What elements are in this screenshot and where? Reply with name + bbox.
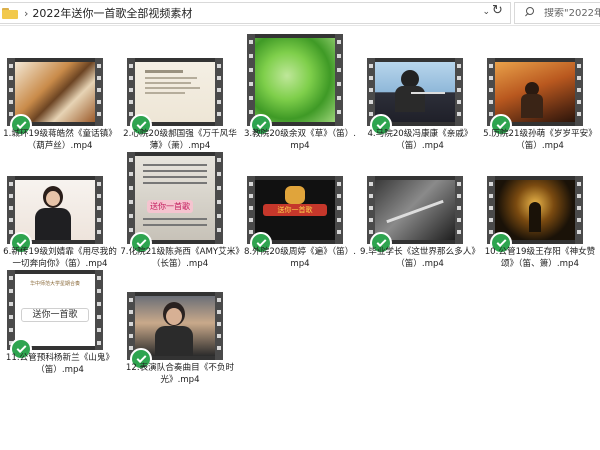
file-grid: 1.城环19级蒋皓然《童话镇》（葫芦丝）.mp4 2.心院20级郝国强《万千风华… <box>0 26 600 450</box>
file-name[interactable]: 2.心院20级郝国强《万千风华薄》（萧）.mp4 <box>120 128 240 152</box>
file-name[interactable]: 10.公管19级王存阳《神女赞颂》（笛、箫）.mp4 <box>480 246 600 270</box>
folder-icon <box>2 7 18 19</box>
video-thumbnail <box>367 58 463 136</box>
file-name[interactable]: 12.表演队合奏曲目《不负时光》.mp4 <box>120 362 240 386</box>
file-name[interactable]: 6.新传19级刘婧霏《用尽我的一切奔向你》（笛）.mp4 <box>0 246 120 270</box>
video-thumbnail <box>487 58 583 136</box>
video-thumbnail: 送你一首歌 <box>247 176 343 254</box>
video-thumbnail: 送你一首歌 <box>127 152 223 254</box>
file-name[interactable]: 7.化院21级陈尧西《AMY艾米》（长笛）.mp4 <box>120 246 240 270</box>
file-name[interactable]: 8.外院20级周婷《遍》（笛）.mp4 <box>240 246 360 270</box>
thumbnail-caption: 送你一首歌 <box>147 200 193 213</box>
search-icon <box>524 7 536 19</box>
file-name[interactable]: 3.教院20级余双《草》（笛）.mp4 <box>240 128 360 152</box>
chevron-down-icon[interactable]: ⌄ <box>482 7 490 17</box>
video-thumbnail <box>127 292 223 370</box>
video-thumbnail <box>487 176 583 254</box>
file-name[interactable]: 11.公管预科杨新兰《山鬼》（笛）.mp4 <box>0 352 120 376</box>
address-bar: › 2022年送你一首歌全部视频素材 ⌄ ↻ <box>0 0 600 26</box>
video-thumbnail <box>367 176 463 254</box>
file-name[interactable]: 4.马院20级冯康康《亲戚》（笛）.mp4 <box>360 128 480 152</box>
search-input[interactable] <box>544 7 600 19</box>
thumbnail-caption: 送你一首歌 <box>263 204 327 216</box>
breadcrumb-path[interactable]: 2022年送你一首歌全部视频素材 <box>32 5 192 21</box>
search-box[interactable] <box>514 2 600 24</box>
video-thumbnail: 华中师范大学星期合奏 送你一首歌 <box>7 270 103 360</box>
video-thumbnail <box>7 176 103 254</box>
video-thumbnail <box>127 58 223 136</box>
refresh-icon[interactable]: ↻ <box>492 3 503 18</box>
video-thumbnail <box>7 58 103 136</box>
file-explorer-window: › 2022年送你一首歌全部视频素材 ⌄ ↻ 1.城环19级蒋皓然《童话镇》（葫… <box>0 0 600 450</box>
file-name[interactable]: 9.毕业学长《这世界那么多人》（笛）.mp4 <box>360 246 480 270</box>
video-thumbnail <box>247 34 343 136</box>
file-name[interactable]: 5.历院21级孙萌《岁岁平安》（笛）.mp4 <box>480 128 600 152</box>
path-field[interactable]: › 2022年送你一首歌全部视频素材 ⌄ <box>0 2 511 24</box>
breadcrumb-separator: › <box>24 6 29 20</box>
thumbnail-title: 送你一首歌 <box>21 308 89 322</box>
file-name[interactable]: 1.城环19级蒋皓然《童话镇》（葫芦丝）.mp4 <box>0 128 120 152</box>
thumbnail-header: 华中师范大学星期合奏 <box>29 281 80 287</box>
